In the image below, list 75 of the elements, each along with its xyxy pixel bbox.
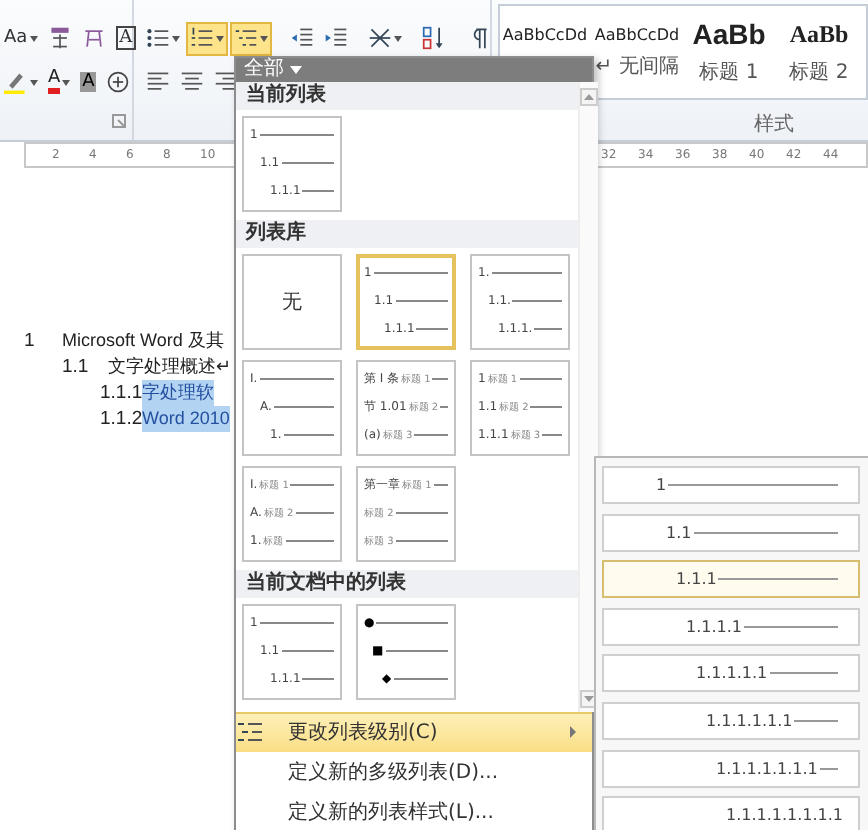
character-border-button[interactable]: A <box>111 21 141 55</box>
section-heading: 列表库 <box>236 220 578 248</box>
style-name: 标题 2 <box>789 59 849 86</box>
caret-icon <box>172 35 180 41</box>
highlighter-icon <box>4 70 28 94</box>
style-sample: AaBb <box>692 18 766 50</box>
heading-text: 字处理软 <box>142 380 214 406</box>
group-label: 样式 <box>754 111 796 138</box>
menu-item[interactable]: 定义新的列表样式(L)... <box>236 790 592 830</box>
caret-icon <box>260 35 268 41</box>
submenu-arrow-icon <box>570 726 576 739</box>
asian-layout-icon <box>368 26 392 50</box>
phonetic-guide-icon <box>47 26 72 50</box>
list-level-option[interactable]: 1.1.1.1.1 <box>602 654 860 693</box>
style-name: 标题 1 <box>699 59 759 86</box>
level-label: 1.1 <box>666 523 692 542</box>
increase-indent-icon <box>324 26 348 50</box>
decrease-indent-icon <box>290 26 314 50</box>
heading-number: 1 <box>24 328 37 354</box>
section-heading: 当前文档中的列表 <box>236 570 578 598</box>
level-label: 1 <box>656 476 667 494</box>
list-level-option[interactable]: 1.1.1.1.1.1.1 <box>602 749 860 788</box>
heading-text: Microsoft Word 及其 <box>62 328 224 354</box>
menu-item[interactable]: 定义新的多级列表(D)... <box>236 751 592 791</box>
list-level-option[interactable]: 1.1 <box>602 513 860 552</box>
level-label: 1.1.1.1.1.1.1 <box>716 759 818 778</box>
level-label: 1.1.1.1.1.1.1.1 <box>726 806 844 825</box>
level-label: 1.1.1.1 <box>686 617 742 636</box>
heading-number: 1.1.1 <box>100 380 142 406</box>
list-level-option[interactable]: 1 <box>602 466 860 504</box>
multilevel-list-button[interactable] <box>230 21 272 55</box>
list-style-option[interactable]: 无 <box>242 254 342 350</box>
list-level-icon <box>236 718 264 747</box>
caret-icon <box>30 79 38 85</box>
style-option[interactable]: AaBbCcDd ↵ 无间隔 <box>590 6 684 98</box>
multilevel-list-icon <box>234 26 258 50</box>
character-convert-icon <box>81 26 106 50</box>
caret-icon <box>290 66 302 74</box>
list-level-option[interactable]: 1.1.1.1 <box>602 607 860 646</box>
caret-icon <box>29 35 38 41</box>
bullet-list-icon <box>146 26 170 50</box>
style-sample: AaBb <box>789 20 849 50</box>
style-option[interactable]: AaBb 标题 2 <box>774 6 864 98</box>
heading-text: Word 2010 <box>142 406 230 432</box>
enclosed-character-icon <box>106 70 131 94</box>
numbered-list-icon <box>190 26 214 50</box>
level-label: 1.1.1.1.1.1 <box>706 711 793 730</box>
filter-dropdown[interactable]: 全部 <box>236 58 592 82</box>
caret-icon <box>62 79 71 85</box>
style-sample: AaBbCcDd <box>594 26 680 44</box>
character-shading-button[interactable]: A <box>76 65 101 99</box>
none-label: 无 <box>282 290 302 316</box>
style-name: ↵ 无间隔 <box>595 54 679 80</box>
sort-icon <box>422 26 446 50</box>
style-sample: AaBbCcDd <box>502 26 588 44</box>
change-case-button[interactable]: Aa <box>0 21 42 55</box>
list-level-option[interactable]: 1.1.1 <box>602 560 860 599</box>
list-level-option[interactable]: 1.1.1.1.1.1.1.1 <box>602 796 860 830</box>
heading-number: 1.1.2 <box>100 406 142 432</box>
list-level-option[interactable]: 1.1.1.1.1.1 <box>602 701 860 740</box>
align-center-icon <box>180 70 204 94</box>
heading-text: 文字处理概述↵ <box>108 354 232 380</box>
numbered-list-button[interactable] <box>186 21 228 55</box>
dialog-launcher-icon <box>112 114 126 128</box>
style-option[interactable]: AaBb 标题 1 <box>684 6 774 98</box>
caret-icon <box>394 35 402 41</box>
section-heading: 当前列表 <box>236 82 578 110</box>
level-label: 1.1.1.1.1 <box>696 664 768 683</box>
align-left-icon <box>146 70 170 94</box>
menu-item[interactable]: 更改列表级别(C) <box>236 711 592 752</box>
level-label: 1.1.1 <box>676 570 717 589</box>
scrollbar[interactable] <box>578 82 598 712</box>
font-color-button[interactable]: A <box>44 65 75 99</box>
heading-number: 1.1 <box>62 354 91 380</box>
caret-icon <box>216 35 224 41</box>
